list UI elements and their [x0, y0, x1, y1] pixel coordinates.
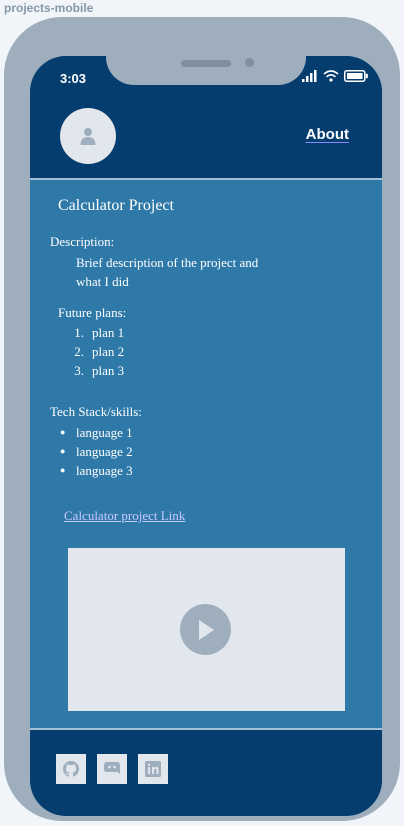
linkedin-button[interactable] [138, 754, 168, 784]
tech-stack-label: Tech Stack/skills: [50, 404, 142, 419]
project-description: Brief description of the project and wha… [76, 255, 259, 289]
avatar[interactable] [60, 108, 116, 164]
future-plans-label: Future plans: [58, 305, 127, 320]
list-item: ● language 2 [60, 444, 133, 459]
battery-icon [344, 70, 368, 82]
footer [30, 728, 382, 816]
linkedin-icon [145, 761, 161, 777]
github-button[interactable] [56, 754, 86, 784]
description-label: Description: [50, 234, 115, 249]
phone-screen: 3:03 About Calculator Project Descriptio… [30, 56, 382, 816]
phone-notch [106, 39, 306, 85]
list-item: ● language 1 [60, 425, 133, 440]
skill-text: language 1 [76, 425, 133, 440]
video-placeholder[interactable] [68, 548, 345, 711]
status-time: 3:03 [60, 71, 87, 86]
future-plans-list: 1. plan 1 2. plan 2 3. plan 3 [66, 323, 124, 380]
project-title: Calculator Project [58, 197, 174, 214]
frame-label: projects-mobile [4, 1, 94, 15]
user-icon [80, 128, 96, 145]
project-link[interactable]: Calculator project Link [64, 508, 185, 524]
about-link[interactable]: About [306, 126, 349, 143]
discord-button[interactable] [97, 754, 127, 784]
list-item: 2. plan 2 [74, 344, 125, 359]
status-icons [302, 70, 368, 82]
skill-text: language 2 [76, 444, 133, 459]
speaker [181, 60, 231, 67]
plan-text: plan 3 [92, 363, 125, 378]
cellular-signal-icon [302, 70, 317, 82]
plan-text: plan 2 [92, 344, 125, 359]
skill-text: language 3 [76, 463, 133, 478]
discord-icon [104, 762, 120, 774]
wifi-icon [323, 70, 339, 82]
camera [245, 58, 254, 67]
phone-frame: 3:03 About Calculator Project Descriptio… [4, 17, 400, 821]
skills-list: ● language 1 ● language 2 ● language 3 [60, 423, 133, 480]
social-links [56, 754, 168, 784]
list-item: 1. plan 1 [74, 325, 125, 340]
play-button[interactable] [180, 604, 231, 655]
list-item: ● language 3 [60, 463, 133, 478]
github-icon [63, 761, 79, 777]
project-content: Calculator Project Description: Brief de… [30, 180, 382, 728]
plan-text: plan 1 [92, 325, 125, 340]
play-icon [198, 619, 214, 640]
list-item: 3. plan 3 [74, 363, 125, 378]
